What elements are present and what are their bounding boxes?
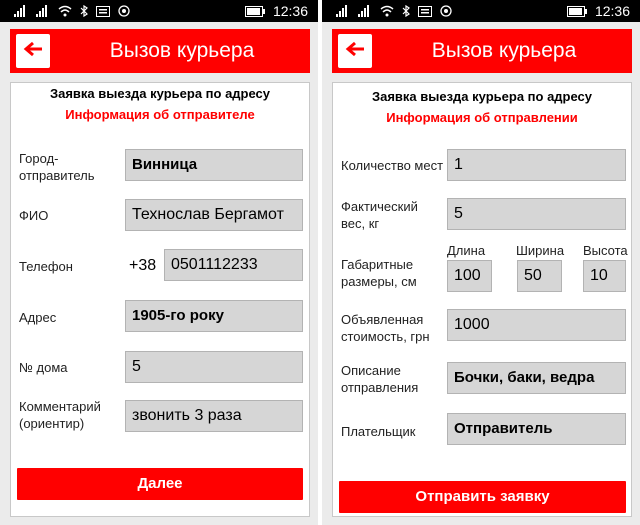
city-label: Город- отправитель: [19, 151, 95, 183]
phone-prefix: +38: [129, 257, 157, 274]
status-bar: 12:36: [322, 0, 640, 22]
weight-label: Фактический вес, кг: [341, 199, 418, 231]
sender-form: Заявка выезда курьера по адресу Информац…: [10, 82, 310, 517]
form-heading: Заявка выезда курьера по адресу: [49, 86, 271, 101]
page-title: Вызов курьера: [109, 39, 255, 62]
comment-field[interactable]: звонить 3 раза: [125, 400, 303, 432]
status-bar: 12:36: [0, 0, 318, 22]
sender-screen: 12:36 Вызов курьера Заявка выезда курьер…: [0, 0, 318, 525]
signal-icon: [36, 5, 50, 17]
places-label: Количество мест: [341, 158, 444, 173]
form-subheading: Информация об отправителе: [65, 107, 255, 122]
location-icon: [118, 5, 130, 17]
address-field[interactable]: 1905-го року: [125, 300, 303, 332]
length-field[interactable]: 100: [447, 260, 492, 292]
length-label: Длина: [447, 243, 486, 258]
bluetooth-icon: [402, 5, 410, 17]
house-label: № дома: [19, 360, 68, 375]
app-bar: Вызов курьера: [332, 29, 632, 73]
bluetooth-icon: [80, 5, 88, 17]
form-subheading: Информация об отправлении: [386, 110, 578, 125]
phone-label: Телефон: [19, 259, 73, 274]
status-time: 12:36: [594, 3, 630, 19]
height-label: Высота: [583, 243, 628, 258]
address-label: Адрес: [19, 310, 57, 325]
back-button[interactable]: [338, 34, 372, 68]
city-field[interactable]: Винница: [125, 149, 303, 181]
signal-icon: [336, 5, 350, 17]
width-label: Ширина: [516, 243, 565, 258]
status-time: 12:36: [272, 3, 308, 19]
wifi-icon: [58, 5, 72, 17]
declared-field[interactable]: 1000: [447, 309, 626, 341]
fio-label: ФИО: [19, 208, 49, 223]
keyboard-icon: [418, 5, 432, 17]
dims-label: Габаритные размеры, см: [341, 257, 417, 289]
weight-field[interactable]: 5: [447, 198, 626, 230]
width-field[interactable]: 50: [517, 260, 562, 292]
app-bar: Вызов курьера: [10, 29, 310, 73]
fio-field[interactable]: Технослав Бергамот: [125, 199, 303, 231]
wifi-icon: [380, 5, 394, 17]
declared-label: Объявленная стоимость, грн: [341, 312, 430, 344]
phone-field[interactable]: 0501112233: [164, 249, 303, 281]
form-heading: Заявка выезда курьера по адресу: [371, 89, 593, 104]
arrow-left-icon: [345, 41, 365, 62]
comment-label: Комментарий (ориентир): [19, 399, 101, 431]
location-icon: [440, 5, 452, 17]
shipment-form: Заявка выезда курьера по адресу Информац…: [332, 82, 632, 517]
signal-icon: [14, 5, 28, 17]
height-field[interactable]: 10: [583, 260, 626, 292]
house-field[interactable]: 5: [125, 351, 303, 383]
description-field[interactable]: Бочки, баки, ведра: [447, 362, 626, 394]
battery-icon: [566, 5, 587, 17]
battery-icon: [244, 5, 265, 17]
description-label: Описание отправления: [341, 363, 419, 395]
back-button[interactable]: [16, 34, 50, 68]
arrow-left-icon: [23, 41, 43, 62]
submit-button[interactable]: Отправить заявку: [339, 481, 626, 513]
payer-label: Плательщик: [341, 424, 416, 439]
places-field[interactable]: 1: [447, 149, 626, 181]
page-title: Вызов курьера: [431, 39, 577, 62]
shipment-screen: 12:36 Вызов курьера Заявка выезда курьер…: [322, 0, 640, 525]
next-button[interactable]: Далее: [17, 468, 303, 500]
payer-select[interactable]: Отправитель: [447, 413, 626, 445]
keyboard-icon: [96, 5, 110, 17]
signal-icon: [358, 5, 372, 17]
